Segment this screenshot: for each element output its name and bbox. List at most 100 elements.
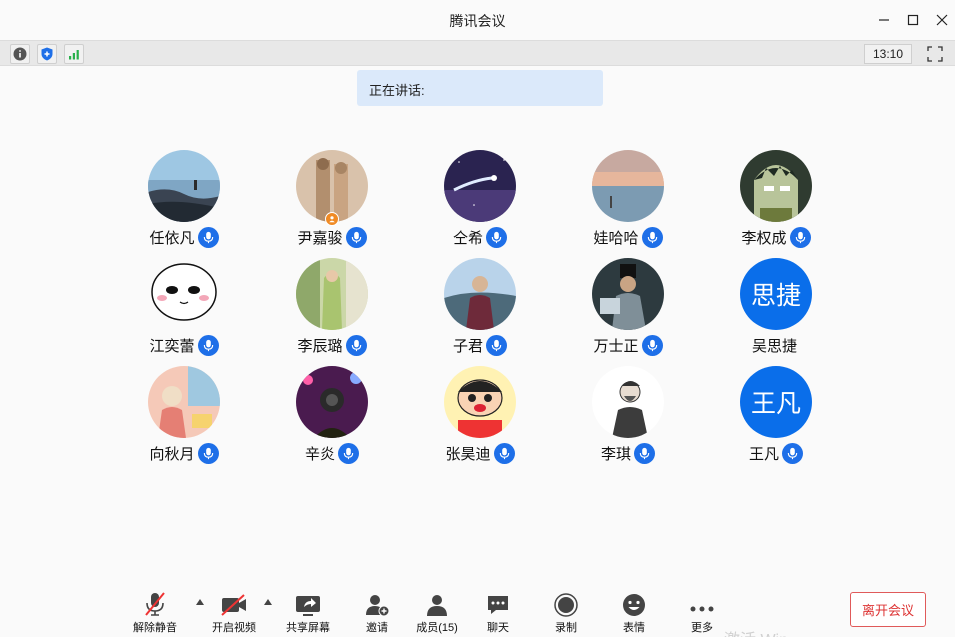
mic-icon[interactable] xyxy=(345,334,367,356)
avatar xyxy=(148,366,220,438)
maximize-button[interactable] xyxy=(903,10,923,30)
leave-meeting-button[interactable]: 离开会议 xyxy=(850,592,926,627)
member-name: 尹嘉骏 xyxy=(297,229,343,247)
avatar xyxy=(148,150,220,222)
fullscreen-button[interactable] xyxy=(925,44,945,64)
avatar xyxy=(444,366,516,438)
member-tile[interactable]: 娃哈哈 xyxy=(554,150,702,258)
chat-icon xyxy=(488,596,508,614)
mic-icon[interactable] xyxy=(345,226,367,248)
close-button[interactable] xyxy=(932,10,952,30)
close-icon xyxy=(936,14,948,26)
avatar xyxy=(592,366,664,438)
avatar: 思捷 xyxy=(740,258,812,330)
member-name: 向秋月 xyxy=(149,445,195,463)
member-name: 江奕蕾 xyxy=(149,337,195,355)
emoji-icon xyxy=(623,594,645,616)
member-grid: 任依凡 尹嘉骏 仝希 娃哈哈 李权成 江奕蕾 李辰璐 子君 万士正 思捷 吴思捷… xyxy=(110,150,850,474)
network-button[interactable] xyxy=(64,44,84,64)
mic-icon[interactable] xyxy=(782,442,803,464)
mic-muted-icon xyxy=(145,592,165,616)
activation-watermark: 激活 Win... xyxy=(724,626,801,637)
signal-icon xyxy=(69,50,79,60)
host-badge xyxy=(325,212,339,226)
members-icon xyxy=(427,595,447,616)
record-icon xyxy=(554,593,578,617)
member-tile[interactable]: 任依凡 xyxy=(110,150,258,258)
mic-icon[interactable] xyxy=(486,226,507,248)
chat-button[interactable]: 聊天 xyxy=(480,587,516,635)
share-screen-label: 共享屏幕 xyxy=(286,622,330,634)
member-tile[interactable]: 思捷 吴思捷 xyxy=(702,258,850,366)
unmute-button[interactable]: 解除静音 xyxy=(131,587,179,635)
mic-icon[interactable] xyxy=(789,226,811,248)
minimize-icon xyxy=(879,19,889,21)
start-video-button[interactable]: 开启视频 xyxy=(209,587,259,635)
caret-up-icon[interactable] xyxy=(264,599,272,605)
member-tile[interactable]: 辛炎 xyxy=(258,366,406,474)
member-name: 王凡 xyxy=(748,445,779,463)
record-button[interactable]: 录制 xyxy=(548,587,584,635)
member-name: 子君 xyxy=(452,337,483,355)
mic-icon[interactable] xyxy=(197,334,219,356)
maximize-icon xyxy=(907,14,919,26)
meeting-clock: 13:10 xyxy=(864,44,912,64)
control-bar: 解除静音 开启视频 共享屏幕 邀请 成员(15) 聊天 录制 表情 更多 xyxy=(0,585,955,637)
member-tile[interactable]: 李琪 xyxy=(554,366,702,474)
member-tile[interactable]: 李权成 xyxy=(702,150,850,258)
mic-icon[interactable] xyxy=(338,442,359,464)
member-tile[interactable]: 仝希 xyxy=(406,150,554,258)
invite-label: 邀请 xyxy=(366,622,388,634)
mic-icon[interactable] xyxy=(486,334,507,356)
member-name: 吴思捷 xyxy=(751,337,797,355)
member-tile[interactable]: 张昊迪 xyxy=(406,366,554,474)
share-screen-icon xyxy=(296,596,320,616)
avatar xyxy=(592,258,664,330)
members-label: 成员(15) xyxy=(416,622,458,634)
start-video-label: 开启视频 xyxy=(212,622,256,634)
more-button[interactable]: 更多 xyxy=(684,587,720,635)
member-tile[interactable]: 王凡 王凡 xyxy=(702,366,850,474)
host-icon xyxy=(329,216,335,223)
avatar xyxy=(740,150,812,222)
member-tile[interactable]: 尹嘉骏 xyxy=(258,150,406,258)
member-name: 李权成 xyxy=(741,229,787,247)
mic-icon[interactable] xyxy=(197,442,219,464)
speaking-indicator: 正在讲话: xyxy=(357,70,603,106)
more-icon xyxy=(690,606,714,612)
record-label: 录制 xyxy=(555,622,577,634)
chat-label: 聊天 xyxy=(487,622,509,634)
member-name: 李琪 xyxy=(600,445,631,463)
member-tile[interactable]: 向秋月 xyxy=(110,366,258,474)
mic-icon[interactable] xyxy=(634,442,655,464)
member-tile[interactable]: 江奕蕾 xyxy=(110,258,258,366)
mic-icon[interactable] xyxy=(641,226,663,248)
member-name: 娃哈哈 xyxy=(593,229,639,247)
window-title: 腾讯会议 xyxy=(449,13,506,29)
unmute-label: 解除静音 xyxy=(133,622,177,634)
mic-icon[interactable] xyxy=(641,334,663,356)
avatar xyxy=(444,150,516,222)
security-button[interactable] xyxy=(37,44,57,64)
invite-icon xyxy=(366,595,389,617)
members-button[interactable]: 成员(15) xyxy=(412,587,462,635)
video-off-icon xyxy=(221,594,246,616)
shield-icon xyxy=(41,47,53,61)
member-tile[interactable]: 李辰璐 xyxy=(258,258,406,366)
member-tile[interactable]: 万士正 xyxy=(554,258,702,366)
mic-icon[interactable] xyxy=(197,226,219,248)
info-button[interactable] xyxy=(10,44,30,64)
member-tile[interactable]: 子君 xyxy=(406,258,554,366)
avatar xyxy=(296,366,368,438)
minimize-button[interactable] xyxy=(874,10,894,30)
emoji-button[interactable]: 表情 xyxy=(616,587,652,635)
more-label: 更多 xyxy=(691,622,713,634)
avatar xyxy=(444,258,516,330)
member-name: 张昊迪 xyxy=(445,445,491,463)
mic-icon[interactable] xyxy=(493,442,515,464)
share-screen-button[interactable]: 共享屏幕 xyxy=(284,587,332,635)
invite-button[interactable]: 邀请 xyxy=(359,587,395,635)
meeting-info-bar: 13:10 xyxy=(0,40,955,66)
caret-up-icon[interactable] xyxy=(196,599,204,605)
member-name: 辛炎 xyxy=(304,445,335,463)
